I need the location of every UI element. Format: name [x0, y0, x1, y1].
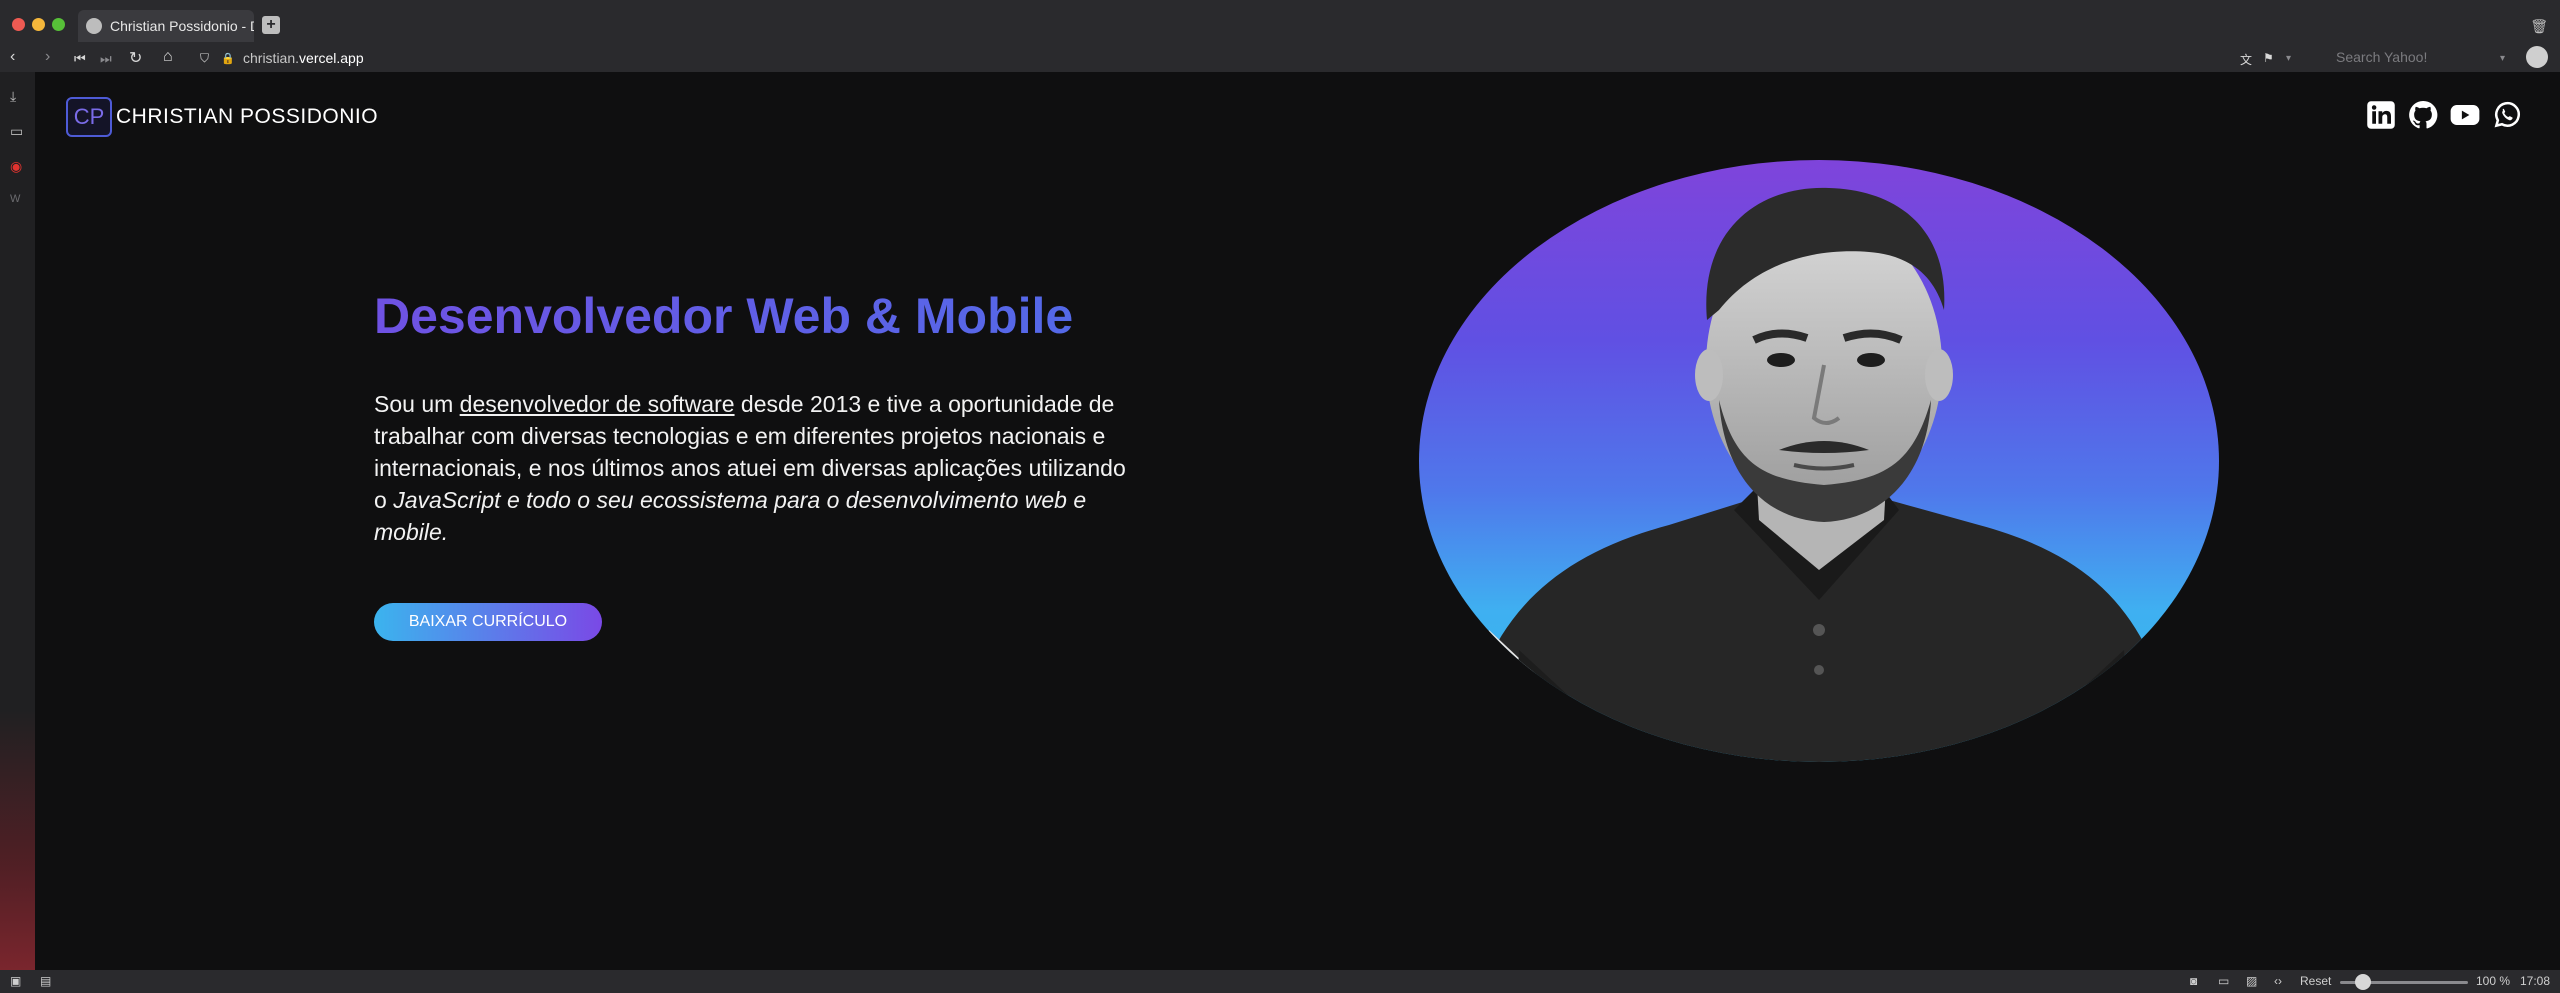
shield-icon: ⛉: [200, 51, 210, 65]
portrait-illustration: [1459, 187, 2179, 762]
browser-toolbar: [0, 44, 2560, 72]
logo-name: CHRISTIAN POSSIDONIO: [116, 105, 379, 128]
browser-side-panel: ⤓ ▭ ◉ W: [0, 72, 35, 970]
close-window-button[interactable]: [12, 18, 25, 31]
download-resume-button[interactable]: BAIXAR CURRÍCULO: [374, 603, 602, 641]
maximize-window-button[interactable]: [52, 18, 65, 31]
search-placeholder: Search Yahoo!: [2336, 49, 2428, 65]
profile-portrait: [1419, 160, 2219, 762]
code-icon[interactable]: ‹›: [2274, 974, 2282, 988]
github-icon[interactable]: [2408, 100, 2438, 130]
intro-text-italic: JavaScript e todo o seu ecossistema para…: [374, 487, 1087, 545]
whatsapp-icon[interactable]: [2492, 100, 2522, 130]
rewind-icon[interactable]: ⏮: [74, 51, 86, 67]
site-logo[interactable]: CP CHRISTIAN POSSIDONIO: [66, 97, 378, 137]
site-favicon-icon: [86, 18, 102, 34]
profile-avatar[interactable]: [2526, 46, 2548, 68]
web-page: CP CHRISTIAN POSSIDONIO Desenvolvedor We…: [35, 72, 2560, 970]
zoom-reset-button[interactable]: Reset: [2300, 974, 2331, 988]
lock-icon: 🔒: [221, 53, 235, 65]
minimize-window-button[interactable]: [32, 18, 45, 31]
intro-link[interactable]: desenvolvedor de software: [460, 391, 735, 417]
social-links: [2366, 100, 2522, 130]
wikipedia-icon[interactable]: W: [10, 193, 20, 205]
intro-text-start: Sou um: [374, 391, 460, 417]
notes-icon[interactable]: ▭: [10, 123, 23, 140]
image-icon[interactable]: ▨: [2246, 974, 2257, 988]
tab-title: Christian Possidonio - Des: [110, 18, 254, 34]
trash-icon[interactable]: 🗑: [2530, 18, 2548, 35]
panel-toggle-icon[interactable]: ▣: [10, 974, 21, 988]
reload-icon[interactable]: ↻: [129, 48, 142, 68]
logo-mark: CP: [66, 97, 112, 137]
panel-gradient: [0, 710, 35, 970]
address-field[interactable]: christian.vercel.app: [243, 50, 364, 66]
zoom-slider-handle[interactable]: [2355, 974, 2371, 990]
zoom-level: 100 %: [2476, 974, 2511, 988]
back-icon[interactable]: ‹: [10, 48, 15, 66]
url-prefix: christian.: [243, 50, 300, 66]
tiling-icon[interactable]: ▤: [40, 974, 51, 988]
bookmark-icon[interactable]: ⚑: [2263, 51, 2274, 65]
clock: 17:08: [2520, 974, 2551, 988]
search-engine-dropdown-icon[interactable]: ▾: [2500, 53, 2505, 64]
capture-icon[interactable]: ◙: [2190, 974, 2197, 988]
vivaldi-icon[interactable]: ◉: [10, 158, 22, 175]
youtube-icon[interactable]: [2450, 100, 2480, 130]
browser-tab-active[interactable]: Christian Possidonio - Des: [78, 10, 254, 42]
chevron-down-icon[interactable]: ▾: [2286, 53, 2291, 64]
hero-headline: Desenvolvedor Web & Mobile: [374, 288, 1074, 344]
home-icon[interactable]: ⌂: [163, 48, 173, 66]
downloads-icon[interactable]: ⤓: [10, 88, 16, 105]
search-input[interactable]: Search Yahoo!: [2310, 46, 2516, 68]
fast-forward-icon[interactable]: ⏭: [100, 51, 112, 67]
forward-icon[interactable]: ›: [45, 48, 50, 66]
browser-status-bar: ▣ ▤ ◙ ▭ ▨ ‹› Reset 100 % 17:08: [0, 970, 2560, 993]
translate-icon[interactable]: 文: [2240, 51, 2252, 68]
linkedin-icon[interactable]: [2366, 100, 2396, 130]
new-tab-button[interactable]: +: [262, 16, 280, 34]
window-icon[interactable]: ▭: [2218, 974, 2229, 988]
browser-tab-bar: Christian Possidonio - Des + 🗑: [0, 0, 2560, 48]
url-domain: vercel.app: [299, 50, 364, 66]
hero-intro: Sou um desenvolvedor de software desde 2…: [374, 388, 1134, 548]
